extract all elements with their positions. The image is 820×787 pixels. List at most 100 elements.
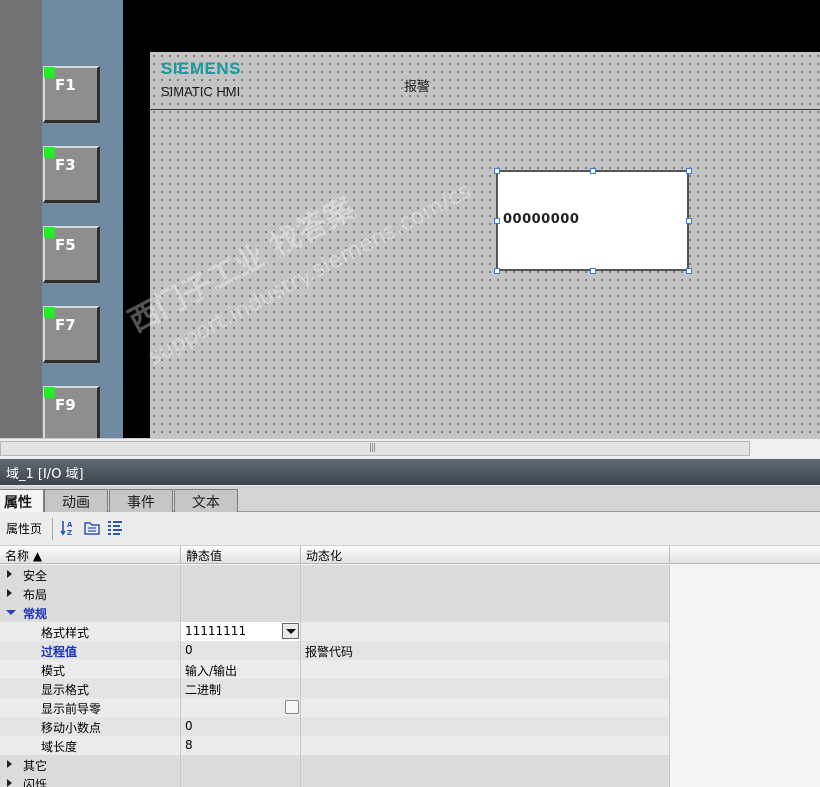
product-name: SIMATIC HMI	[161, 84, 241, 99]
dynamic-cell	[301, 603, 670, 622]
property-group-misc[interactable]: 其它	[0, 755, 820, 774]
sort-az-icon[interactable]: AZ	[60, 519, 78, 537]
shift-decimal-value[interactable]: 0	[181, 717, 301, 736]
expand-arrow-icon[interactable]	[7, 779, 12, 787]
column-header-name[interactable]: 名称 ▲	[0, 546, 181, 564]
property-page-label: 属性页	[6, 522, 43, 536]
io-field[interactable]: 00000000	[494, 168, 692, 274]
function-key-label: F3	[55, 156, 76, 174]
column-header-static[interactable]: 静态值	[181, 546, 301, 564]
property-row-shift-decimal[interactable]: 移动小数点 0	[0, 717, 820, 736]
resize-handle[interactable]	[494, 218, 500, 224]
tab-properties[interactable]: 属性	[0, 489, 44, 513]
group-label: 常规	[23, 607, 48, 621]
dynamic-cell	[301, 679, 670, 698]
function-key-f7[interactable]: F7	[43, 306, 100, 363]
resize-handle[interactable]	[686, 218, 692, 224]
display-format-value[interactable]: 二进制	[181, 679, 301, 698]
static-cell	[181, 584, 301, 603]
dynamic-cell	[301, 622, 670, 641]
expand-arrow-icon[interactable]	[7, 570, 12, 578]
empty-cell	[670, 622, 820, 641]
expand-arrow-icon[interactable]	[7, 589, 12, 597]
property-label: 显示格式	[41, 683, 90, 697]
function-key-f1[interactable]: F1	[43, 66, 100, 123]
property-grid: 名称 ▲ 静态值 动态化 安全 布局 常规 格式样式 11111111 过程值 …	[0, 546, 820, 787]
dynamic-cell	[301, 736, 670, 755]
left-gutter	[0, 0, 42, 438]
resize-handle[interactable]	[494, 268, 500, 274]
tab-animations[interactable]: 动画	[44, 489, 108, 512]
property-group-flashing[interactable]: 闪烁	[0, 774, 820, 787]
list-view-icon[interactable]	[106, 519, 124, 537]
static-cell	[181, 603, 301, 622]
property-row-mode[interactable]: 模式 输入/输出	[0, 660, 820, 679]
property-row-process-value[interactable]: 过程值 0 报警代码	[0, 641, 820, 660]
empty-cell	[670, 584, 820, 603]
column-header-dynamic[interactable]: 动态化	[301, 546, 670, 564]
property-row-field-length[interactable]: 域长度 8	[0, 736, 820, 755]
empty-cell	[670, 660, 820, 679]
function-key-label: F1	[55, 76, 76, 94]
empty-cell	[670, 565, 820, 584]
property-row-leading-zeros[interactable]: 显示前导零	[0, 698, 820, 717]
collapse-arrow-icon[interactable]	[6, 610, 16, 615]
inspector-toolbar: 属性页 AZ	[0, 512, 820, 546]
property-label: 域长度	[41, 740, 78, 754]
mode-value[interactable]: 输入/输出	[181, 660, 301, 679]
scrollbar-thumb[interactable]: |||	[0, 441, 750, 456]
dropdown-arrow-icon[interactable]	[282, 623, 299, 639]
function-key-label: F5	[55, 236, 76, 254]
expand-arrow-icon[interactable]	[7, 760, 12, 768]
name-cell: 布局	[0, 584, 181, 603]
empty-cell	[670, 736, 820, 755]
resize-handle[interactable]	[686, 168, 692, 174]
dynamic-cell	[301, 717, 670, 736]
property-group-security[interactable]: 安全	[0, 565, 820, 584]
property-label: 移动小数点	[41, 721, 102, 735]
property-group-general[interactable]: 常规	[0, 603, 820, 622]
tab-events[interactable]: 事件	[109, 489, 173, 512]
name-cell: 显示前导零	[0, 698, 181, 717]
screen-editor-canvas: F1 F3 F5 F7 F9 SIEMENS SIMATIC HMI 报警 00…	[0, 0, 820, 438]
property-row-format-pattern[interactable]: 格式样式 11111111	[0, 622, 820, 641]
function-key-f5[interactable]: F5	[43, 226, 100, 283]
led-icon	[44, 387, 55, 398]
name-cell: 格式样式	[0, 622, 181, 641]
property-row-display-format[interactable]: 显示格式 二进制	[0, 679, 820, 698]
field-length-value[interactable]: 8	[181, 736, 301, 755]
empty-cell	[670, 698, 820, 717]
group-label: 其它	[23, 759, 48, 773]
hmi-screen[interactable]: SIEMENS SIMATIC HMI 报警 00000000	[150, 52, 820, 438]
function-key-f3[interactable]: F3	[43, 146, 100, 203]
name-cell: 过程值	[0, 641, 181, 660]
tab-texts[interactable]: 文本	[174, 489, 238, 512]
grip-icon: |||	[369, 443, 376, 453]
resize-handle[interactable]	[590, 268, 596, 274]
name-cell: 移动小数点	[0, 717, 181, 736]
resize-handle[interactable]	[494, 168, 500, 174]
leading-zeros-checkbox[interactable]	[285, 700, 299, 714]
static-cell	[181, 774, 301, 787]
horizontal-scrollbar[interactable]: |||	[0, 438, 820, 458]
function-key-label: F7	[55, 316, 76, 334]
function-key-f9[interactable]: F9	[43, 386, 100, 438]
property-group-layout[interactable]: 布局	[0, 584, 820, 603]
empty-cell	[670, 717, 820, 736]
led-icon	[44, 147, 55, 158]
name-cell: 显示格式	[0, 679, 181, 698]
property-label: 显示前导零	[41, 702, 102, 716]
led-icon	[44, 307, 55, 318]
process-value-static[interactable]: 0	[181, 641, 301, 660]
inspector-title: 域_1 [I/O 域]	[0, 459, 820, 485]
process-value-dynamic[interactable]: 报警代码	[301, 641, 670, 660]
dynamic-cell	[301, 698, 670, 717]
svg-text:Z: Z	[67, 529, 72, 537]
folder-view-icon[interactable]	[83, 519, 101, 537]
dynamic-cell	[301, 565, 670, 584]
resize-handle[interactable]	[686, 268, 692, 274]
static-cell	[181, 755, 301, 774]
name-cell: 闪烁	[0, 774, 181, 787]
resize-handle[interactable]	[590, 168, 596, 174]
dynamic-cell	[301, 660, 670, 679]
